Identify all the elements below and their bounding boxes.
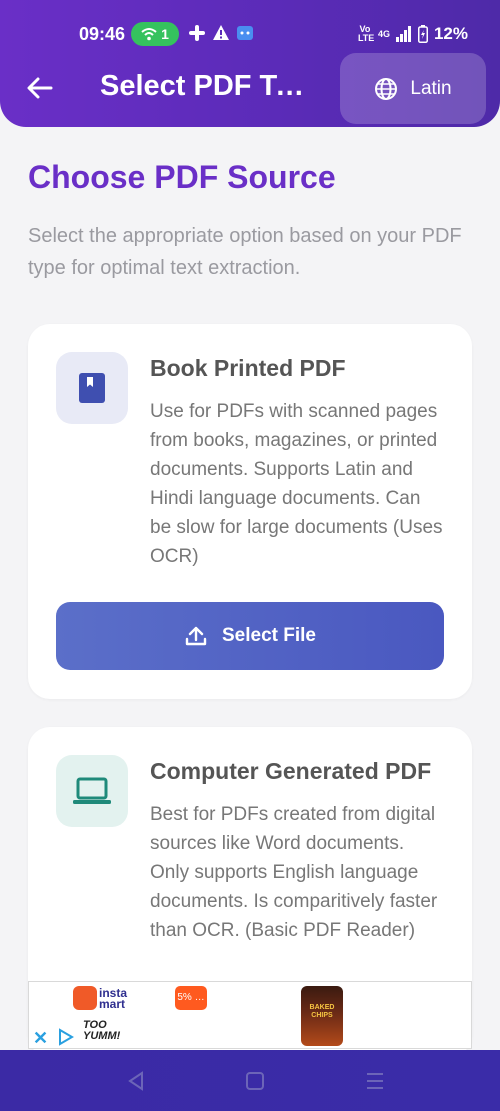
- language-button[interactable]: Latin: [340, 53, 486, 124]
- signal-icon: [395, 26, 411, 42]
- battery-icon: [417, 25, 428, 43]
- book-printed-pdf-card[interactable]: Book Printed PDF Use for PDFs with scann…: [28, 324, 472, 699]
- hotspot-icon: [141, 28, 157, 41]
- book-icon-container: [56, 352, 128, 424]
- section-title: Choose PDF Source: [28, 159, 336, 195]
- ad-product-image: BAKED CHIPS: [301, 986, 343, 1046]
- warning-icon: [213, 25, 229, 40]
- status-time: 09:46: [79, 24, 126, 44]
- brand-logo: [73, 986, 97, 1010]
- volte-label: Vo LTE: [357, 24, 375, 43]
- card-title: Book Printed PDF: [150, 355, 346, 381]
- select-file-label: Select File: [222, 625, 316, 646]
- app-bar: 09:46 1 Vo LTE 4G 12% Select PDF Ty… Lat…: [0, 0, 500, 127]
- nav-recents-icon[interactable]: [364, 1070, 386, 1092]
- globe-icon: [375, 77, 398, 100]
- hotspot-count: 1: [161, 26, 169, 42]
- laptop-icon: [73, 777, 111, 804]
- card-description: Best for PDFs created from digital sourc…: [150, 804, 438, 941]
- section-description: Select the appropriate option based on y…: [28, 225, 462, 279]
- laptop-icon-container: [56, 755, 128, 827]
- ad-discount-badge: 5% …: [175, 986, 207, 1010]
- page-title: Select PDF Ty…: [100, 70, 318, 102]
- back-button[interactable]: [24, 72, 56, 104]
- ad-tagline: TOO YUMM!: [83, 1019, 121, 1042]
- network-type-label: 4G: [377, 28, 390, 39]
- card-title: Computer Generated PDF: [150, 758, 432, 784]
- arrow-left-icon: [27, 77, 53, 99]
- system-nav-bar: [0, 1050, 500, 1111]
- upload-icon: [185, 626, 207, 646]
- book-icon: [79, 373, 105, 403]
- close-icon[interactable]: ✕: [33, 1028, 48, 1049]
- status-right-group: Vo LTE 4G 12%: [358, 24, 468, 44]
- nav-home-icon[interactable]: [244, 1070, 266, 1092]
- ad-banner[interactable]: ✕ insta mart TOO YUMM! 5% … BAKED CHIPS: [28, 981, 472, 1049]
- card-description: Use for PDFs with scanned pages from boo…: [150, 401, 443, 567]
- hotspot-pill: 1: [131, 22, 179, 46]
- language-label: Latin: [410, 77, 452, 99]
- ad-product-label: BAKED CHIPS: [309, 1004, 335, 1019]
- ad-choices-icon[interactable]: [57, 1028, 75, 1046]
- select-file-button[interactable]: Select File: [56, 602, 444, 670]
- ad-brand: insta mart: [99, 986, 128, 1011]
- nav-back-icon[interactable]: [125, 1070, 147, 1092]
- android-notification-icon: [237, 26, 253, 40]
- battery-percent: 12%: [433, 24, 468, 43]
- slack-icon: [189, 25, 205, 41]
